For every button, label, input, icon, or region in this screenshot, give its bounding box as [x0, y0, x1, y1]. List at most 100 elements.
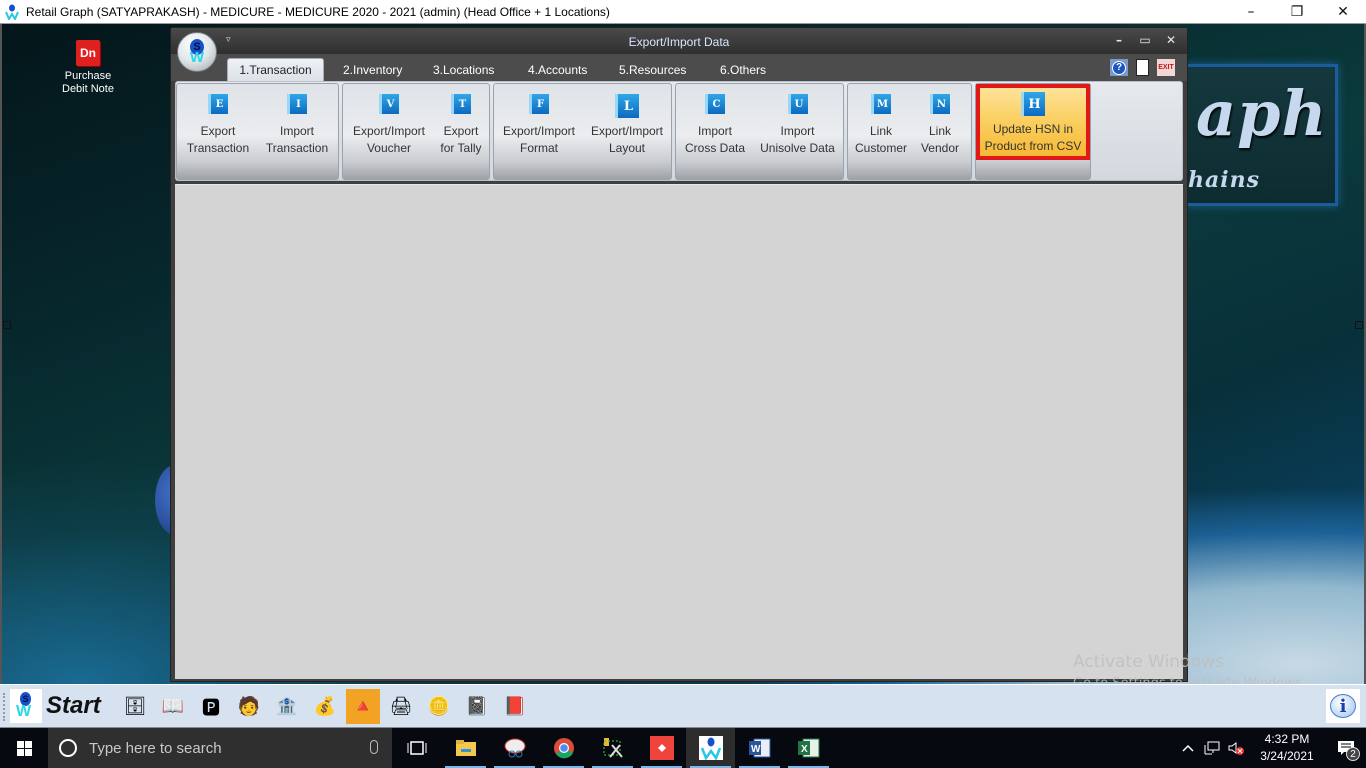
app-minimize-button[interactable]: –: [1228, 0, 1274, 24]
export-transaction-button[interactable]: E Export Transaction: [177, 84, 259, 164]
brand-logo-panel: aph hains: [1186, 64, 1338, 206]
desktop-icon-purchase-debit-note[interactable]: Dn Purchase Debit Note: [55, 40, 121, 96]
action-center-button[interactable]: 2: [1326, 728, 1366, 768]
taskbar-search-box[interactable]: Type here to search: [48, 728, 392, 768]
update-hsn-from-csv-button[interactable]: H Update HSN in Product from CSV: [976, 84, 1090, 160]
snipping-tool-button[interactable]: [490, 728, 539, 768]
export-import-layout-button[interactable]: L Export/Import Layout: [584, 84, 670, 164]
window-content-area: [175, 184, 1183, 679]
window-minimize-button[interactable]: –: [1109, 32, 1129, 48]
tab-inventory[interactable]: 2.Inventory: [333, 58, 412, 81]
shapes-icon[interactable]: 🔺: [346, 689, 380, 724]
word-button[interactable]: W: [735, 728, 784, 768]
volume-muted-icon[interactable]: [1224, 728, 1248, 768]
button-label-line2: Transaction: [186, 141, 250, 155]
update-hsn-icon: H: [1021, 92, 1045, 116]
money-calculator-icon[interactable]: 💰: [308, 689, 342, 724]
ribbon-group-format-layout: F Export/Import Format L Export/Import L…: [493, 83, 672, 180]
notification-count-badge: 2: [1346, 747, 1360, 761]
tools-button[interactable]: [588, 728, 637, 768]
document-icon[interactable]: [1136, 59, 1149, 76]
button-label-line2: for Tally: [440, 141, 482, 155]
import-cross-data-button[interactable]: C Import Cross Data: [676, 84, 754, 164]
chrome-button[interactable]: [539, 728, 588, 768]
tray-chevron-icon[interactable]: [1176, 728, 1200, 768]
import-cross-data-icon: C: [705, 94, 725, 114]
excel-icon: X: [797, 738, 819, 758]
toolbar-grip[interactable]: [3, 693, 6, 721]
network-icon[interactable]: [1200, 728, 1224, 768]
import-unisolve-data-icon: U: [787, 94, 808, 114]
export-for-tally-button[interactable]: T Export for Tally: [435, 84, 487, 164]
export-import-format-button[interactable]: F Export/Import Format: [494, 84, 584, 164]
microphone-icon[interactable]: [370, 740, 378, 754]
order-book-icon[interactable]: 📖: [156, 689, 190, 724]
button-label-line1: Link: [869, 124, 892, 138]
import-transaction-button[interactable]: I Import Transaction: [259, 84, 335, 164]
brand-text-small: hains: [1188, 167, 1260, 193]
tab-resources[interactable]: 5.Resources: [609, 58, 696, 81]
export-transaction-icon: E: [208, 94, 228, 114]
start-label: Start: [46, 692, 101, 719]
system-clock[interactable]: 4:32 PM 3/24/2021: [1248, 731, 1326, 765]
window-maximize-button[interactable]: ▭: [1135, 32, 1155, 48]
windows-start-button[interactable]: [0, 728, 48, 768]
purchase-icon[interactable]: 🗄: [118, 689, 152, 724]
resize-handle-right[interactable]: [1355, 321, 1363, 329]
link-vendor-button[interactable]: N Link Vendor: [914, 84, 966, 164]
window-close-button[interactable]: ✕: [1161, 32, 1181, 48]
anydesk-icon: [649, 736, 674, 760]
app-start-button[interactable]: S W Start: [10, 689, 101, 723]
word-icon: W: [748, 738, 770, 758]
export-import-voucher-button[interactable]: V Export/Import Voucher: [343, 84, 435, 164]
gold-coins-icon[interactable]: 🪙: [422, 689, 456, 724]
ribbon-panel: E Export Transaction I Import Transactio…: [175, 81, 1183, 181]
button-label-line2: Cross Data: [684, 141, 746, 155]
info-button[interactable]: i: [1326, 689, 1360, 723]
application-orb-button[interactable]: S W: [177, 32, 217, 72]
info-icon: i: [1330, 694, 1356, 718]
export-import-format-icon: F: [529, 94, 549, 114]
tab-others[interactable]: 6.Others: [710, 58, 776, 81]
excel-button[interactable]: X: [784, 728, 833, 768]
button-label-line2: Voucher: [366, 141, 412, 155]
button-label-line1: Export/Import: [590, 124, 664, 138]
desktop-border-left: [0, 24, 2, 684]
retail-graph-taskbar-button[interactable]: [686, 728, 735, 768]
resize-handle-left[interactable]: [3, 321, 11, 329]
tools-icon: [603, 738, 623, 758]
help-button[interactable]: ?: [1110, 59, 1128, 76]
sales-invoice-icon[interactable]: 📓: [460, 689, 494, 724]
logo-w: W: [16, 703, 32, 720]
purchase-invoice-icon[interactable]: 📕: [498, 689, 532, 724]
export-import-window: ▿ Export/Import Data – ▭ ✕ S W 1.Transac…: [170, 27, 1188, 682]
link-customer-icon: M: [871, 94, 891, 114]
purchase-register-icon[interactable]: 🅿: [194, 689, 228, 724]
retail-graph-icon: [698, 736, 723, 760]
file-explorer-button[interactable]: [441, 728, 490, 768]
app-restore-button[interactable]: ❐: [1274, 0, 1320, 24]
button-label-line1: Export: [443, 124, 479, 138]
tab-accounts[interactable]: 4.Accounts: [518, 58, 597, 81]
ribbon-group-transaction: E Export Transaction I Import Transactio…: [176, 83, 339, 180]
button-label-line1: Export/Import: [502, 124, 576, 138]
anydesk-button[interactable]: [637, 728, 686, 768]
exit-button[interactable]: EXIT: [1157, 59, 1175, 76]
app-close-button[interactable]: ✕: [1320, 0, 1366, 24]
clock-time: 4:32 PM: [1264, 732, 1310, 746]
debit-note-icon: Dn: [76, 40, 100, 66]
help-icon: ?: [1112, 60, 1126, 75]
task-view-button[interactable]: [392, 728, 441, 768]
printer-icon[interactable]: 🖨: [384, 689, 418, 724]
import-unisolve-data-button[interactable]: U Import Unisolve Data: [754, 84, 841, 164]
export-for-tally-icon: T: [451, 94, 471, 114]
transfer-icon[interactable]: 🏦: [270, 689, 304, 724]
button-label-line1: Import: [697, 124, 732, 138]
cashier-icon[interactable]: 🧑: [232, 689, 266, 724]
window-title: Export/Import Data: [628, 35, 730, 49]
tab-transaction[interactable]: 1.Transaction: [227, 58, 324, 81]
tab-locations[interactable]: 3.Locations: [423, 58, 504, 81]
export-import-voucher-icon: V: [379, 94, 399, 114]
link-customer-button[interactable]: M Link Customer: [848, 84, 914, 164]
snipping-tool-icon: [504, 738, 525, 758]
